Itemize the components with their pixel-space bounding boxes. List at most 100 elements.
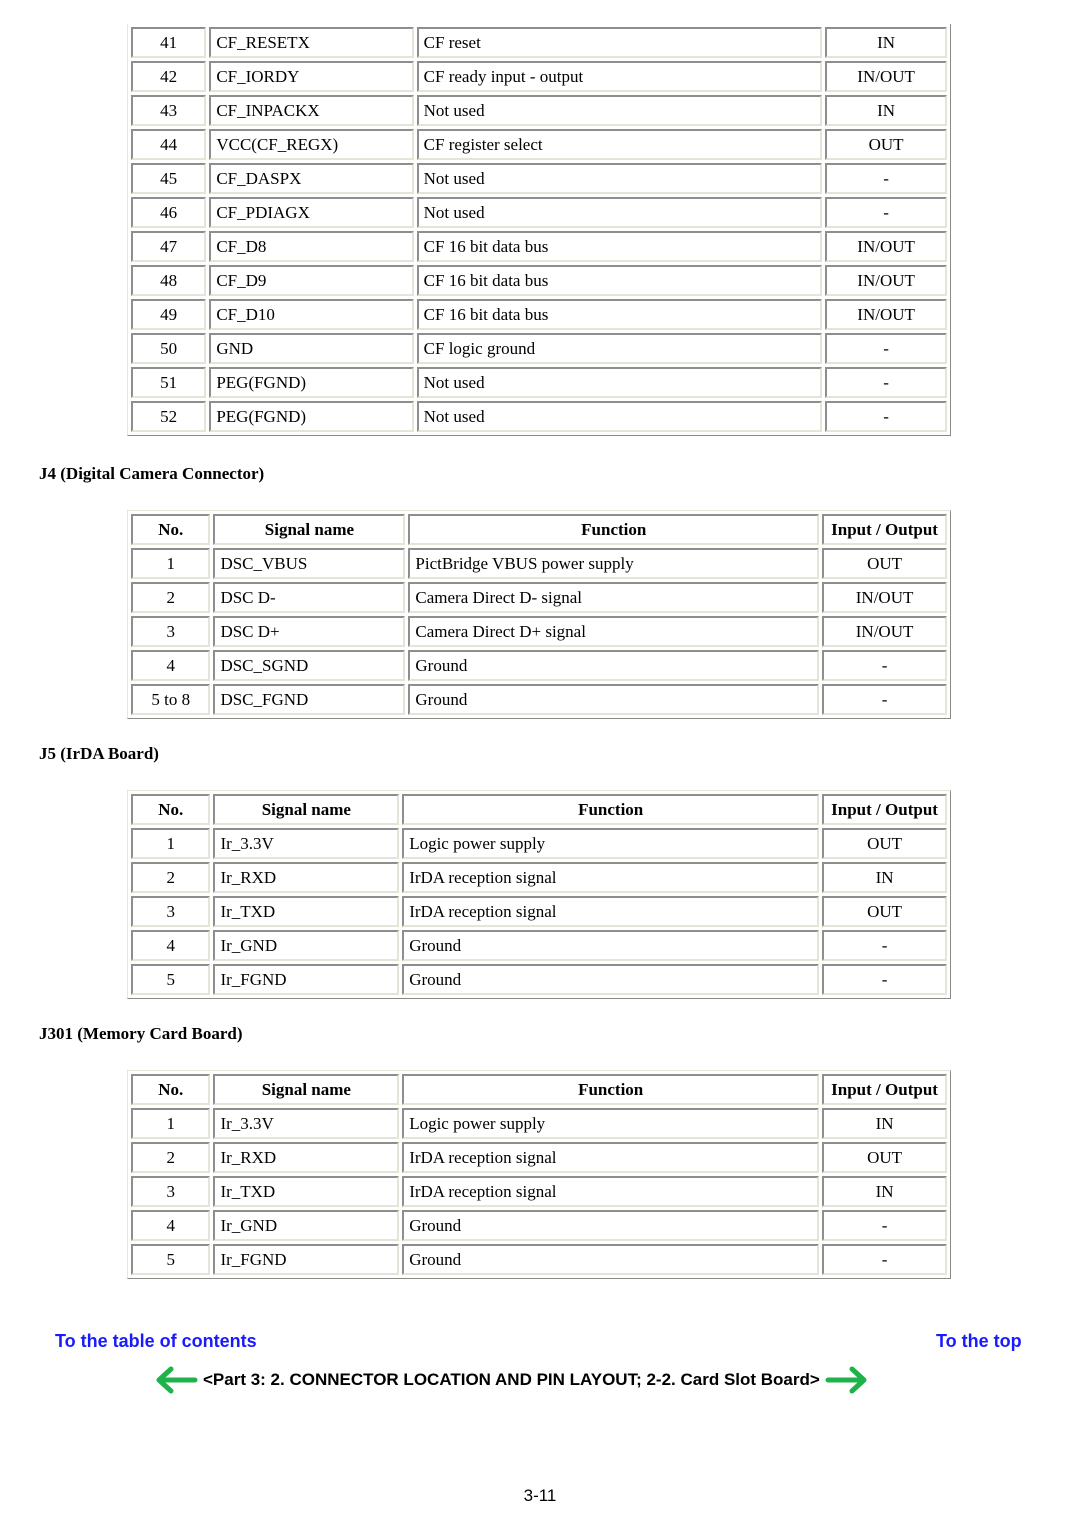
cell-signal-name: Ir_FGND bbox=[213, 1244, 400, 1275]
cell-function: Not used bbox=[416, 197, 823, 228]
cell-pin-number: 2 bbox=[131, 862, 211, 893]
cell-pin-number: 2 bbox=[131, 1142, 211, 1173]
cell-signal-name: Ir_RXD bbox=[213, 862, 400, 893]
cell-function: Camera Direct D- signal bbox=[408, 582, 820, 613]
pin-table: No. Signal name Function Input / Output … bbox=[127, 1070, 951, 1279]
cell-pin-number: 3 bbox=[131, 896, 211, 927]
cell-pin-number: 48 bbox=[131, 265, 207, 296]
cell-function: IrDA reception signal bbox=[402, 896, 820, 927]
table-row: 3 Ir_TXD IrDA reception signal IN bbox=[131, 1176, 947, 1207]
cell-pin-number: 3 bbox=[131, 1176, 211, 1207]
cell-input-output: - bbox=[822, 650, 947, 681]
pin-table: 41 CF_RESETX CF reset IN 42 CF_IORDY CF ready … bbox=[127, 24, 951, 436]
cell-pin-number: 47 bbox=[131, 231, 207, 262]
cell-pin-number: 43 bbox=[131, 95, 207, 126]
cell-input-output: IN/OUT bbox=[822, 582, 947, 613]
table-row: 42 CF_IORDY CF ready input - output IN/OUT bbox=[131, 61, 947, 92]
table-row: 47 CF_D8 CF 16 bit data bus IN/OUT bbox=[131, 231, 947, 262]
table-row: 45 CF_DASPX Not used - bbox=[131, 163, 947, 194]
cell-function: Not used bbox=[416, 401, 823, 432]
cell-function: Logic power supply bbox=[402, 1108, 820, 1139]
cell-input-output: IN/OUT bbox=[825, 265, 947, 296]
cell-input-output: IN bbox=[822, 1176, 947, 1207]
cell-pin-number: 44 bbox=[131, 129, 207, 160]
header-row: No. Signal name Function Input / Output bbox=[131, 1074, 947, 1105]
cell-signal-name: DSC_SGND bbox=[213, 650, 406, 681]
cell-function: IrDA reception signal bbox=[402, 1142, 820, 1173]
cf-connector-table-continued: 41 CF_RESETX CF reset IN 42 CF_IORDY CF ready … bbox=[127, 24, 951, 436]
cell-signal-name: Ir_3.3V bbox=[213, 828, 400, 859]
cell-pin-number: 42 bbox=[131, 61, 207, 92]
cell-signal-name: Ir_GND bbox=[213, 930, 400, 961]
cell-signal-name: PEG(FGND) bbox=[209, 401, 414, 432]
cell-pin-number: 50 bbox=[131, 333, 207, 364]
table-body: 1 Ir_3.3V Logic power supply IN 2 Ir_RXD IrDA … bbox=[131, 1108, 947, 1275]
col-header-signal: Signal name bbox=[213, 1074, 400, 1105]
cell-pin-number: 3 bbox=[131, 616, 211, 647]
to-top-link[interactable]: To the top bbox=[936, 1331, 1022, 1352]
cell-signal-name: Ir_TXD bbox=[213, 896, 400, 927]
table-row: 46 CF_PDIAGX Not used - bbox=[131, 197, 947, 228]
table-body: 1 Ir_3.3V Logic power supply OUT 2 Ir_RXD IrDA… bbox=[131, 828, 947, 995]
section-navigation: <Part 3: 2. CONNECTOR LOCATION AND PIN L… bbox=[153, 1364, 870, 1396]
col-header-io: Input / Output bbox=[822, 794, 947, 825]
cell-input-output: IN bbox=[825, 95, 947, 126]
cell-input-output: - bbox=[822, 684, 947, 715]
header-row: No. Signal name Function Input / Output bbox=[131, 514, 947, 545]
cell-pin-number: 41 bbox=[131, 27, 207, 58]
cell-pin-number: 5 bbox=[131, 964, 211, 995]
table-row: 4 Ir_GND Ground - bbox=[131, 930, 947, 961]
table-row: 41 CF_RESETX CF reset IN bbox=[131, 27, 947, 58]
cell-function: CF 16 bit data bus bbox=[416, 265, 823, 296]
cell-pin-number: 4 bbox=[131, 650, 211, 681]
cell-function: Logic power supply bbox=[402, 828, 820, 859]
cell-input-output: - bbox=[825, 197, 947, 228]
cell-function: Not used bbox=[416, 367, 823, 398]
cell-input-output: IN/OUT bbox=[825, 299, 947, 330]
pin-table: No. Signal name Function Input / Output … bbox=[127, 510, 951, 719]
cell-signal-name: CF_D9 bbox=[209, 265, 414, 296]
section-heading-j301: J301 (Memory Card Board) bbox=[39, 1024, 243, 1043]
cell-function: Not used bbox=[416, 163, 823, 194]
cell-signal-name: CF_PDIAGX bbox=[209, 197, 414, 228]
table-of-contents-link[interactable]: To the table of contents bbox=[55, 1331, 257, 1352]
table-row: 52 PEG(FGND) Not used - bbox=[131, 401, 947, 432]
cell-function: IrDA reception signal bbox=[402, 1176, 820, 1207]
table-row: 5 Ir_FGND Ground - bbox=[131, 1244, 947, 1275]
j5-pin-table: No. Signal name Function Input / Output … bbox=[127, 790, 951, 999]
col-header-no: No. bbox=[131, 514, 211, 545]
cell-pin-number: 46 bbox=[131, 197, 207, 228]
table-body: 1 DSC_VBUS PictBridge VBUS power supply OUT… bbox=[131, 548, 947, 715]
col-header-signal: Signal name bbox=[213, 514, 406, 545]
section-heading-j5: J5 (IrDA Board) bbox=[39, 744, 159, 763]
cell-signal-name: CF_D8 bbox=[209, 231, 414, 262]
cell-pin-number: 51 bbox=[131, 367, 207, 398]
table-row: 44 VCC(CF_REGX) CF register select OUT bbox=[131, 129, 947, 160]
cell-input-output: IN bbox=[825, 27, 947, 58]
cell-function: IrDA reception signal bbox=[402, 862, 820, 893]
cell-function: Ground bbox=[402, 1244, 820, 1275]
table-row: 2 Ir_RXD IrDA reception signal OUT bbox=[131, 1142, 947, 1173]
arrow-left-icon[interactable] bbox=[153, 1365, 199, 1395]
cell-signal-name: Ir_GND bbox=[213, 1210, 400, 1241]
table-row: 1 Ir_3.3V Logic power supply IN bbox=[131, 1108, 947, 1139]
col-header-no: No. bbox=[131, 794, 211, 825]
cell-input-output: IN/OUT bbox=[822, 616, 947, 647]
cell-signal-name: DSC_VBUS bbox=[213, 548, 406, 579]
cell-function: CF ready input - output bbox=[416, 61, 823, 92]
col-header-signal: Signal name bbox=[213, 794, 400, 825]
cell-pin-number: 52 bbox=[131, 401, 207, 432]
cell-input-output: OUT bbox=[822, 896, 947, 927]
cell-signal-name: Ir_FGND bbox=[213, 964, 400, 995]
cell-pin-number: 4 bbox=[131, 930, 211, 961]
arrow-right-icon[interactable] bbox=[824, 1365, 870, 1395]
cell-input-output: IN/OUT bbox=[825, 61, 947, 92]
cell-signal-name: CF_DASPX bbox=[209, 163, 414, 194]
cell-function: PictBridge VBUS power supply bbox=[408, 548, 820, 579]
cell-signal-name: CF_IORDY bbox=[209, 61, 414, 92]
cell-function: CF register select bbox=[416, 129, 823, 160]
cell-input-output: OUT bbox=[822, 828, 947, 859]
cell-input-output: - bbox=[822, 930, 947, 961]
cell-pin-number: 2 bbox=[131, 582, 211, 613]
cell-input-output: - bbox=[822, 1244, 947, 1275]
